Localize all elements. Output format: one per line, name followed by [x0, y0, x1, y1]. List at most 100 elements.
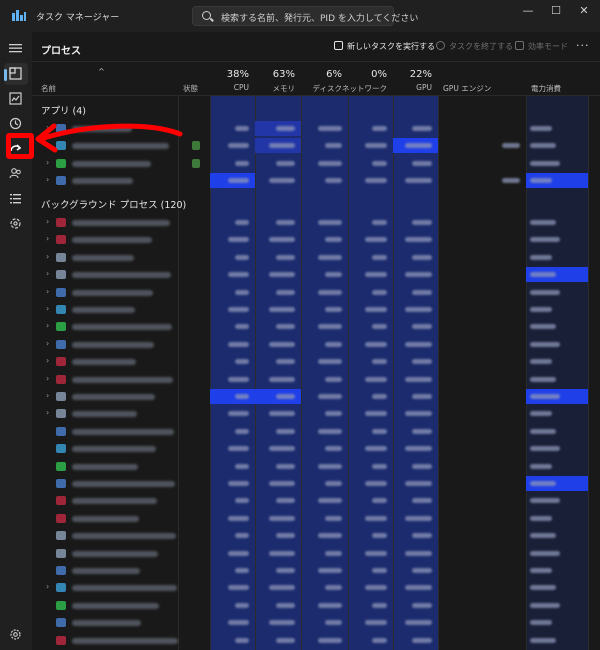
- table-row[interactable]: [32, 597, 600, 614]
- process-icon: [56, 548, 66, 558]
- cell-disk: [301, 389, 348, 404]
- nav-settings-button[interactable]: [4, 624, 28, 646]
- process-name: [72, 359, 136, 366]
- expand-chevron-icon[interactable]: ›: [46, 374, 49, 383]
- column-header-memory[interactable]: 63% メモリ: [255, 64, 301, 96]
- table-row[interactable]: ›: [32, 318, 600, 335]
- process-name: [72, 307, 135, 313]
- cell-disk: [301, 138, 348, 153]
- cell-cpu: [210, 615, 255, 630]
- table-row[interactable]: [32, 527, 600, 544]
- cell-gpu: [393, 232, 438, 247]
- expand-chevron-icon[interactable]: ›: [46, 175, 49, 184]
- table-row[interactable]: ›: [32, 371, 600, 388]
- cell-disk: [301, 215, 348, 230]
- cell-mem: [255, 285, 301, 300]
- table-row[interactable]: [32, 475, 600, 492]
- nav-item-users[interactable]: [4, 163, 28, 185]
- column-header-disk[interactable]: 6% ディスク: [301, 64, 348, 96]
- process-icon: [56, 566, 66, 575]
- process-name: [72, 463, 138, 470]
- table-row[interactable]: ›: [32, 284, 600, 301]
- cell-cpu: [210, 319, 255, 334]
- search-box[interactable]: 検索する名前、発行元、PID を入力してください: [192, 6, 418, 26]
- expand-chevron-icon[interactable]: ›: [46, 234, 49, 243]
- nav-item-services[interactable]: [4, 213, 28, 235]
- expand-chevron-icon[interactable]: ›: [46, 304, 49, 313]
- nav-item-app-history[interactable]: [4, 113, 28, 135]
- expand-chevron-icon[interactable]: ›: [46, 321, 49, 330]
- expand-chevron-icon[interactable]: ›: [46, 356, 49, 365]
- nav-menu-button[interactable]: [4, 38, 28, 60]
- table-row[interactable]: ›: [32, 172, 600, 189]
- expand-chevron-icon[interactable]: ›: [46, 158, 49, 167]
- expand-chevron-icon[interactable]: ›: [46, 582, 49, 591]
- cell-pow: [526, 424, 588, 439]
- process-name: [72, 254, 134, 261]
- table-row[interactable]: [32, 510, 600, 527]
- table-row[interactable]: ›: [32, 388, 600, 405]
- table-row[interactable]: ›: [32, 214, 600, 231]
- section-apps[interactable]: アプリ (4): [32, 98, 600, 120]
- column-header-name[interactable]: ^ 名前: [32, 64, 178, 96]
- nav-item-performance[interactable]: [4, 88, 28, 110]
- table-row[interactable]: [32, 632, 600, 649]
- table-row[interactable]: [32, 440, 600, 457]
- navigation-rail: [0, 32, 32, 650]
- table-row[interactable]: [32, 562, 600, 579]
- table-row[interactable]: [32, 614, 600, 631]
- maximize-button[interactable]: ☐: [544, 3, 568, 19]
- table-row[interactable]: ›: [32, 336, 600, 353]
- cell-disk: [301, 598, 348, 613]
- table-row[interactable]: ›: [32, 405, 600, 422]
- close-button[interactable]: ✕: [572, 3, 596, 19]
- column-header-power[interactable]: 電力消費: [526, 64, 588, 96]
- section-background[interactable]: バックグラウンド プロセス (120): [32, 192, 600, 214]
- run-new-task-button[interactable]: 新しいタスクを実行する: [334, 41, 435, 55]
- process-icon: [56, 618, 66, 628]
- table-row[interactable]: [32, 423, 600, 440]
- table-row[interactable]: ›: [32, 249, 600, 266]
- leaf-icon: [515, 41, 524, 50]
- column-header-network[interactable]: 0% ネットワーク: [342, 64, 393, 96]
- process-name: [72, 272, 171, 279]
- table-row[interactable]: ›: [32, 353, 600, 370]
- expand-chevron-icon[interactable]: ›: [46, 252, 49, 261]
- search-input[interactable]: 検索する名前、発行元、PID を入力してください: [221, 11, 418, 24]
- table-row[interactable]: ›: [32, 266, 600, 283]
- table-row[interactable]: [32, 492, 600, 509]
- column-label-network: ネットワーク: [342, 84, 387, 93]
- expand-chevron-icon[interactable]: ›: [46, 339, 49, 348]
- more-options-button[interactable]: ···: [576, 39, 590, 52]
- hamburger-icon: [9, 44, 22, 53]
- expand-chevron-icon[interactable]: ›: [46, 217, 49, 226]
- expand-chevron-icon[interactable]: ›: [46, 391, 49, 400]
- table-row[interactable]: [32, 545, 600, 562]
- minimize-button[interactable]: —: [516, 3, 540, 19]
- efficiency-mode-button[interactable]: 効率モード: [515, 41, 568, 55]
- cell-gpu: [393, 319, 438, 334]
- cell-cpu: [210, 354, 255, 369]
- expand-chevron-icon[interactable]: ›: [46, 269, 49, 278]
- process-icon: [56, 287, 66, 297]
- expand-chevron-icon[interactable]: ›: [46, 408, 49, 417]
- process-icon: [56, 374, 66, 384]
- nav-item-details[interactable]: [4, 188, 28, 210]
- table-row[interactable]: ›: [32, 231, 600, 248]
- process-icon: [56, 339, 66, 349]
- column-header-status[interactable]: 状態: [178, 64, 210, 96]
- table-row[interactable]: [32, 458, 600, 475]
- cell-pow: [526, 406, 588, 421]
- column-header-gpu[interactable]: 22% GPU: [393, 64, 438, 96]
- expand-chevron-icon[interactable]: ›: [46, 287, 49, 296]
- cell-net: [348, 511, 393, 526]
- nav-item-processes[interactable]: [4, 63, 28, 85]
- cell-disk: [301, 633, 348, 648]
- run-new-task-label: 新しいタスクを実行する: [347, 42, 435, 51]
- column-header-cpu[interactable]: 38% CPU: [210, 64, 255, 96]
- table-row[interactable]: ›: [32, 301, 600, 318]
- end-task-button[interactable]: タスクを終了する: [436, 41, 513, 55]
- column-header-gpu-engine[interactable]: GPU エンジン: [438, 64, 526, 96]
- process-icon: [56, 496, 66, 506]
- table-row[interactable]: ›: [32, 579, 600, 596]
